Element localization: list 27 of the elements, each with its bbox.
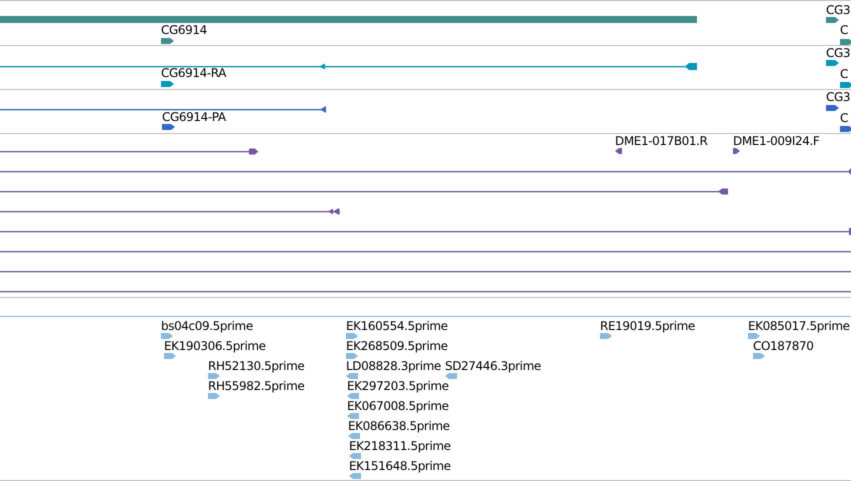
feature-label[interactable]: CG6914 [161, 23, 207, 37]
feature-label[interactable]: EK190306.5prime [164, 339, 266, 353]
feature-label[interactable]: CG6914-RA [161, 66, 226, 80]
feature-label[interactable]: LD08828.3prime [346, 359, 441, 373]
feature-label[interactable]: EK297203.5prime [347, 379, 449, 393]
feature-label[interactable]: RH55982.5prime [208, 379, 304, 393]
feature-label[interactable]: CG6914-PA [162, 110, 226, 124]
feature-label[interactable]: C [840, 111, 848, 125]
feature-label[interactable]: CG3 [826, 3, 850, 17]
feature-label[interactable]: C [840, 67, 848, 81]
feature-label[interactable]: CO187870 [753, 339, 814, 353]
feature-label[interactable]: CG3 [826, 46, 850, 60]
feature-label[interactable]: EK085017.5prime [748, 319, 850, 333]
feature-label[interactable]: CG3 [826, 90, 850, 104]
feature-label[interactable]: C [840, 23, 848, 37]
feature-label[interactable]: SD27446.3prime [445, 359, 541, 373]
feature-label[interactable]: EK160554.5prime [346, 319, 448, 333]
feature-label[interactable]: EK218311.5prime [349, 439, 451, 453]
feature-label[interactable]: EK151648.5prime [349, 459, 451, 473]
feature-label[interactable]: RE19019.5prime [600, 319, 695, 333]
feature-label[interactable]: EK268509.5prime [346, 339, 448, 353]
feature-label[interactable]: EK067008.5prime [347, 399, 449, 413]
feature-label[interactable]: RH52130.5prime [208, 359, 304, 373]
feature-label[interactable]: DME1-017B01.R [615, 134, 708, 148]
feature-label[interactable]: bs04c09.5prime [161, 319, 253, 333]
feature-label[interactable]: DME1-009I24.F [733, 134, 820, 148]
feature-label[interactable]: EK086638.5prime [348, 419, 450, 433]
